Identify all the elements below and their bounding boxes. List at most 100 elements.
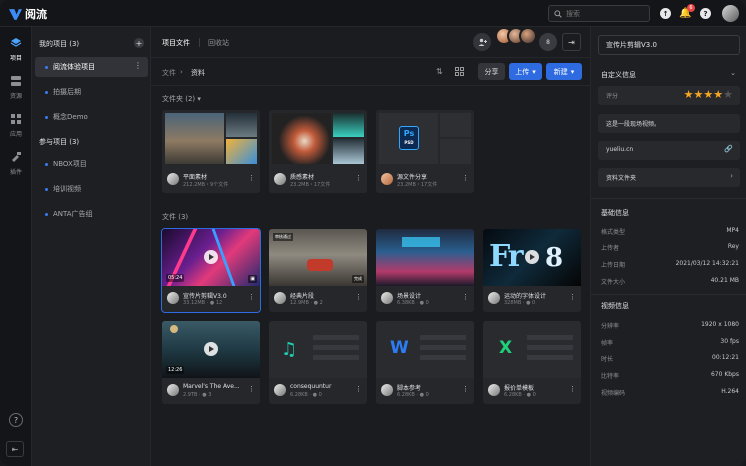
more-icon[interactable]: ⋮ [355, 174, 362, 182]
project-item[interactable]: NBOX项目 [35, 154, 148, 174]
upload-button[interactable]: 上传 ▾ [509, 63, 542, 80]
more-icon[interactable]: ⋮ [355, 293, 362, 301]
new-button[interactable]: 新建 ▾ [546, 63, 582, 80]
rail-label: 项目 [9, 55, 22, 62]
project-item[interactable]: ANTA广告组 [35, 204, 148, 224]
help-icon[interactable]: ? [700, 8, 711, 19]
rail-item-projects[interactable]: 项目 [0, 37, 32, 62]
info-key: 文件大小 [601, 279, 626, 286]
user-avatar[interactable] [722, 5, 739, 22]
thumb-placeholder [440, 139, 471, 164]
file-card[interactable]: W 脚本参考 6.28KB · ● 0 ⋮ [376, 321, 474, 404]
file-thumbnail: W [376, 321, 474, 378]
divider [591, 294, 746, 295]
chevron-down-icon[interactable]: ⌄ [730, 69, 736, 77]
description-row[interactable]: 这是一段现场视频。 [598, 114, 740, 133]
star-icon[interactable]: ★ [703, 88, 713, 101]
file-card[interactable]: ♫ consequuntur 6.28KB · ● 0 ⋮ [269, 321, 367, 404]
chevron-down-icon: ▾ [570, 67, 575, 76]
file-card[interactable]: X 报价单模板 6.28KB · ● 0 ⋮ [483, 321, 581, 404]
folder-link-row[interactable]: 资料文件夹 › [598, 168, 740, 187]
file-meta: 2.9TB · ● 3 [183, 392, 212, 398]
project-item[interactable]: 阅流体验项目 ⋮ [35, 57, 148, 77]
play-icon[interactable] [525, 250, 539, 264]
file-card[interactable]: 05:24 ▣ 宣传片剪辑V3.0 33.12MB · ● 12 ⋮ [161, 228, 261, 313]
file-card[interactable]: 场景设计 6.38KB · ● 0 ⋮ [376, 229, 474, 312]
card-info: consequuntur 6.28KB · ● 0 ⋮ [269, 378, 367, 404]
add-member-button[interactable] [473, 33, 491, 51]
sort-icon[interactable]: ⇅ [436, 67, 445, 76]
folder-card[interactable]: Ps PSD 源文件分享 23.2MB・17文件 ⋮ [376, 110, 474, 193]
avatar [381, 292, 393, 304]
play-icon[interactable] [204, 342, 218, 356]
tab-project-files[interactable]: 项目文件 [162, 38, 190, 48]
search-input[interactable] [566, 9, 646, 18]
add-project-button[interactable]: + [134, 38, 144, 48]
folder-card[interactable]: 质感素材 23.2MB・17文件 ⋮ [269, 110, 367, 193]
card-info: 报价单模板 6.28KB · ● 0 ⋮ [483, 378, 581, 404]
app-window: 阅流 ↑ 🔔 6 ? 项目 资源 应用 插件 ? ⇤ [0, 0, 746, 466]
link-row[interactable]: yueliu.cn 🔗 [598, 141, 740, 160]
help-circle-icon[interactable]: ? [9, 413, 23, 427]
info-key: 分辨率 [601, 323, 620, 330]
project-item[interactable]: 拍摄后期 [35, 82, 148, 102]
file-name: 经典片段 [290, 293, 315, 300]
rating-row: 评分 ★★★★★ [598, 86, 740, 105]
play-icon[interactable] [204, 250, 218, 264]
member-count-badge[interactable]: 8 [539, 33, 557, 51]
member-avatar[interactable] [519, 27, 537, 45]
thumb-placeholder [440, 113, 471, 137]
more-icon[interactable]: ⋮ [248, 385, 255, 393]
more-icon[interactable]: ⋮ [462, 174, 469, 182]
rating-stars[interactable]: ★★★★★ [684, 88, 733, 101]
file-card[interactable]: 12:26 Marvel's The Ave... 2.9TB · ● 3 ⋮ [162, 321, 260, 404]
app-logo[interactable]: 阅流 [9, 6, 47, 22]
file-card[interactable]: Fr 8 运动的字体设计 328MB · ● 0 ⋮ [483, 229, 581, 312]
rail-item-plugins[interactable]: 插件 [0, 151, 32, 176]
avatar [488, 384, 500, 396]
star-icon[interactable]: ★ [694, 88, 704, 101]
link-icon[interactable]: 🔗 [724, 145, 733, 153]
detail-panel: 宣传片剪辑V3.0 自定义信息 ⌄ 评分 ★★★★★ 这是一段现场视频。 yue… [590, 27, 746, 466]
exit-project-button[interactable]: ⇥ [562, 33, 581, 51]
more-icon[interactable]: ⋮ [462, 293, 469, 301]
more-icon[interactable]: ⋮ [462, 385, 469, 393]
breadcrumb-root[interactable]: 文件 [162, 68, 176, 78]
project-item[interactable]: 培训视频 [35, 179, 148, 199]
search-box[interactable] [548, 5, 650, 22]
star-icon[interactable]: ★ [723, 88, 733, 101]
star-icon[interactable]: ★ [713, 88, 723, 101]
comment-icon: ● [202, 392, 207, 398]
avatar [274, 292, 286, 304]
more-icon[interactable]: ⋮ [134, 61, 142, 70]
grid-view-icon[interactable] [455, 67, 464, 76]
tab-recycle-bin[interactable]: 回收站 [208, 38, 229, 48]
info-value: MP4 [726, 227, 739, 234]
upload-arrow-icon[interactable]: ↑ [660, 8, 671, 19]
folders-section-label[interactable]: 文件夹 (2) ▾ [162, 94, 201, 104]
card-info: 运动的字体设计 328MB · ● 0 ⋮ [483, 286, 581, 312]
collapse-sidebar-button[interactable]: ⇤ [6, 441, 24, 457]
more-icon[interactable]: ⋮ [355, 385, 362, 393]
more-icon[interactable]: ⋮ [248, 174, 255, 182]
file-name: 运动的字体设计 [504, 293, 547, 300]
more-icon[interactable]: ⋮ [248, 293, 255, 301]
file-card[interactable]: 审核通过 完成 经典片段 12.9MB · ● 2 ⋮ [269, 229, 367, 312]
rail-item-resources[interactable]: 资源 [0, 75, 32, 100]
placeholder-line [313, 345, 359, 350]
more-icon[interactable]: ⋮ [569, 385, 576, 393]
folder-thumbnail [162, 110, 260, 167]
project-label: 拍摄后期 [53, 88, 81, 96]
project-item[interactable]: 概念Demo [35, 107, 148, 127]
project-label: 概念Demo [53, 113, 88, 121]
file-size: 6.38KB [397, 300, 415, 306]
more-icon[interactable]: ⋮ [569, 293, 576, 301]
detail-title-field[interactable]: 宣传片剪辑V3.0 [598, 35, 740, 55]
file-thumbnail: 12:26 [162, 321, 260, 378]
plugin-icon [12, 152, 21, 162]
folder-card[interactable]: 平面素材 212.2MB・9个文件 ⋮ [162, 110, 260, 193]
rail-item-apps[interactable]: 应用 [0, 113, 32, 138]
comment-icon: ● [313, 300, 319, 306]
share-button[interactable]: 分享 [478, 63, 505, 80]
star-icon[interactable]: ★ [684, 88, 694, 101]
